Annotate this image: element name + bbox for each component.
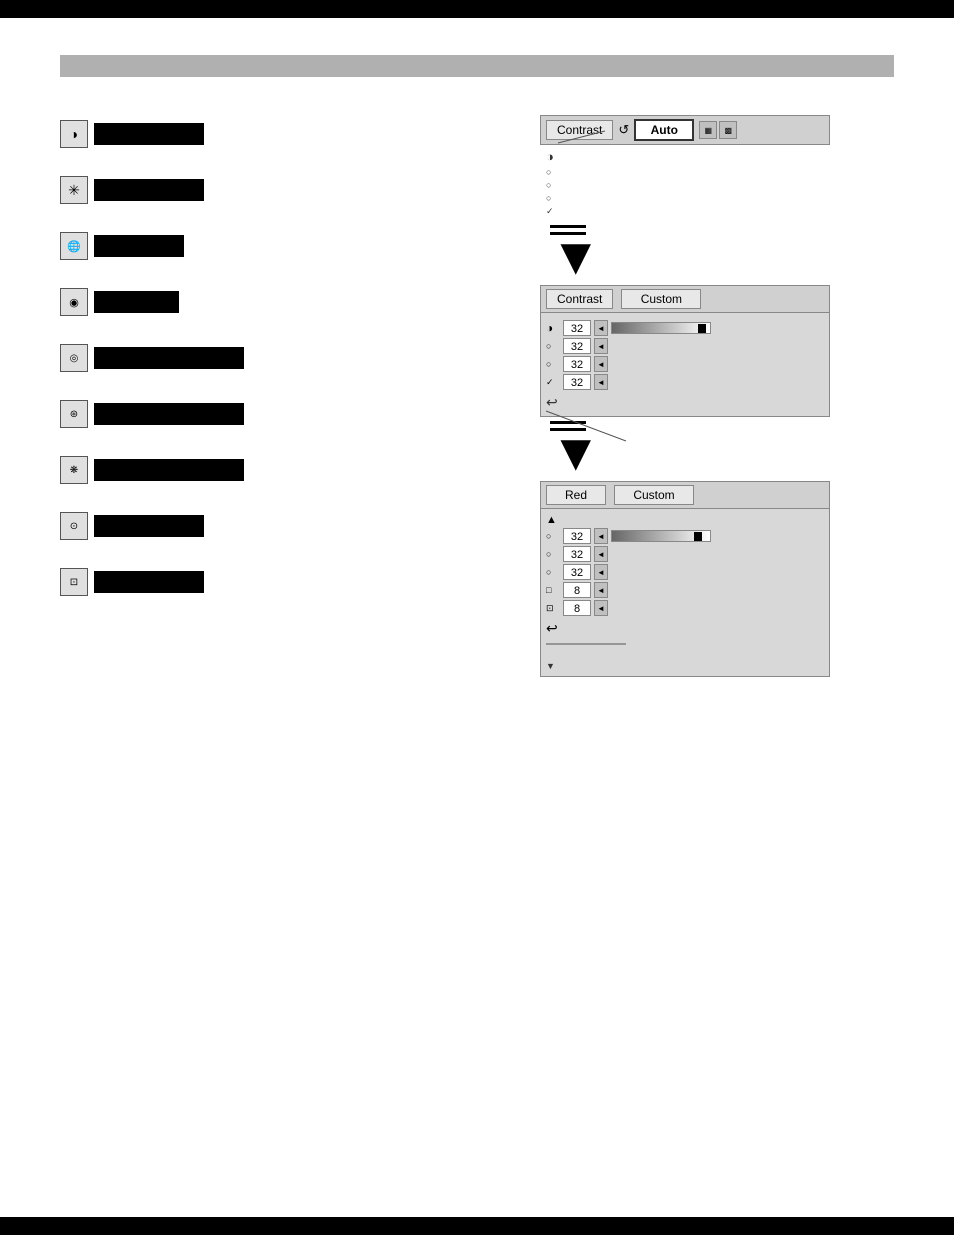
red-value4[interactable]: 8 (563, 582, 591, 598)
icon-grid2[interactable]: ▩ (719, 121, 737, 139)
list-item[interactable]: ⊡ (60, 568, 244, 596)
red-icon3: ○ (546, 567, 560, 577)
red-icon2: ○ (546, 549, 560, 559)
color-label (94, 235, 184, 257)
red-arrow1[interactable]: ◄ (594, 528, 608, 544)
panel1-header: Contrast ↺ Auto ▦ ▩ (540, 115, 830, 145)
value-row-1: ◑ 32 ◄ (546, 320, 824, 336)
red-icon4: □ (546, 585, 560, 595)
list-item[interactable]: ◑ (60, 120, 244, 148)
value2[interactable]: 32 (563, 338, 591, 354)
value-row-3: ○ 32 ◄ (546, 356, 824, 372)
panel2-body: ◑ 32 ◄ ○ 32 ◄ ○ 32 ◄ ✓ 32 (540, 313, 830, 417)
extra-icon: ▼ (546, 661, 824, 671)
icon-grid1[interactable]: ▦ (699, 121, 717, 139)
red-value3[interactable]: 32 (563, 564, 591, 580)
contrast-button2[interactable]: Contrast (546, 289, 613, 309)
list-item[interactable]: ⊛ (60, 400, 244, 428)
arrow-section1: ▼ (550, 225, 830, 283)
auto-button[interactable]: Auto (634, 119, 694, 141)
panel3-red-custom: Red Custom ▲ ○ 32 ◄ ○ 32 ◄ (540, 481, 830, 677)
right-panel: Contrast ↺ Auto ▦ ▩ ◑ ○ ○ ○ ✓ (540, 115, 830, 677)
red-icon1: ○ (546, 531, 560, 541)
slider1[interactable] (611, 322, 711, 334)
red-row-5: ⊡ 8 ◄ (546, 600, 824, 616)
icon-row3: ○ (546, 359, 560, 369)
contrast-label (94, 123, 204, 145)
contrast-half-icon: ◑ (546, 321, 560, 335)
annotation-line1 (550, 143, 630, 173)
undo-icon2[interactable]: ↩ (546, 620, 558, 637)
panel3-footer: ↩ ▼ (546, 620, 824, 671)
value-row-2: ○ 32 ◄ (546, 338, 824, 354)
annotation-line2 (546, 411, 666, 441)
effect2-icon: ⊛ (60, 400, 88, 428)
custom-button2[interactable]: Custom (621, 289, 701, 309)
effect4-label (94, 515, 204, 537)
top-border (0, 0, 954, 18)
effect3-icon: ❋ (60, 456, 88, 484)
bottom-border (0, 1217, 954, 1235)
custom-button3[interactable]: Custom (614, 485, 694, 505)
red-arrow4[interactable]: ◄ (594, 582, 608, 598)
icon-row2: ○ (546, 341, 560, 351)
arrow-down1: ▼ (550, 231, 601, 283)
effect5-icon: ⊡ (60, 568, 88, 596)
red-row-1: ○ 32 ◄ (546, 528, 824, 544)
undo-icon[interactable]: ↩ (546, 394, 558, 411)
red-value5[interactable]: 8 (563, 600, 591, 616)
red-row-3: ○ 32 ◄ (546, 564, 824, 580)
effect1-icon: ◎ (60, 344, 88, 372)
effect3-label (94, 459, 244, 481)
contrast-icon: ◑ (60, 120, 88, 148)
color-icon: 🌐 (60, 232, 88, 260)
panel3-body: ▲ ○ 32 ◄ ○ 32 ◄ ○ 32 ◄ (540, 509, 830, 677)
effect2-label (94, 403, 244, 425)
red-arrow3[interactable]: ◄ (594, 564, 608, 580)
value-row-4: ✓ 32 ◄ (546, 374, 824, 390)
effect1-label (94, 347, 244, 369)
list-item[interactable]: ◎ (60, 344, 244, 372)
arrow-btn4[interactable]: ◄ (594, 374, 608, 390)
list-item[interactable]: ◉ (60, 288, 244, 316)
red-row-2: ○ 32 ◄ (546, 546, 824, 562)
value4[interactable]: 32 (563, 374, 591, 390)
small-icons-group: ▦ ▩ (699, 121, 737, 139)
value3[interactable]: 32 (563, 356, 591, 372)
annotation-line3 (546, 639, 646, 659)
value1[interactable]: 32 (563, 320, 591, 336)
list-item[interactable]: ❋ (60, 456, 244, 484)
list-item[interactable]: 🌐 (60, 232, 244, 260)
brightness-label (94, 179, 204, 201)
brightness-icon: ✳ (60, 176, 88, 204)
header-bar (60, 55, 894, 77)
slider3[interactable] (611, 530, 711, 542)
pattern-icon: ◉ (60, 288, 88, 316)
arrow-btn1[interactable]: ◄ (594, 320, 608, 336)
effect5-label (94, 571, 204, 593)
panel1-contrast-auto: Contrast ↺ Auto ▦ ▩ ◑ ○ ○ ○ ✓ (540, 115, 830, 221)
red-icon5: ⊡ (546, 603, 560, 614)
refresh-icon[interactable]: ↺ (618, 122, 629, 138)
red-value2[interactable]: 32 (563, 546, 591, 562)
panel2-contrast-custom: Contrast Custom ◑ 32 ◄ ○ 32 ◄ ○ 32 (540, 285, 830, 417)
undo-row: ↩ (546, 394, 824, 411)
red-row-4: □ 8 ◄ (546, 582, 824, 598)
red-value1[interactable]: 32 (563, 528, 591, 544)
effect4-icon: ⊙ (60, 512, 88, 540)
icon-list: ◑ ✳ 🌐 ◉ ◎ ⊛ ❋ ⊙ ⊡ (60, 120, 244, 596)
red-arrow5[interactable]: ◄ (594, 600, 608, 616)
arrow-btn3[interactable]: ◄ (594, 356, 608, 372)
pattern-label (94, 291, 179, 313)
list-item[interactable]: ✳ (60, 176, 244, 204)
icon-row4: ✓ (546, 377, 560, 388)
red-arrow2[interactable]: ◄ (594, 546, 608, 562)
arrow-btn2[interactable]: ◄ (594, 338, 608, 354)
panel3-header: Red Custom (540, 481, 830, 509)
list-item[interactable]: ⊙ (60, 512, 244, 540)
panel2-header: Contrast Custom (540, 285, 830, 313)
red-button[interactable]: Red (546, 485, 606, 505)
top-icon-row: ▲ (546, 514, 824, 526)
